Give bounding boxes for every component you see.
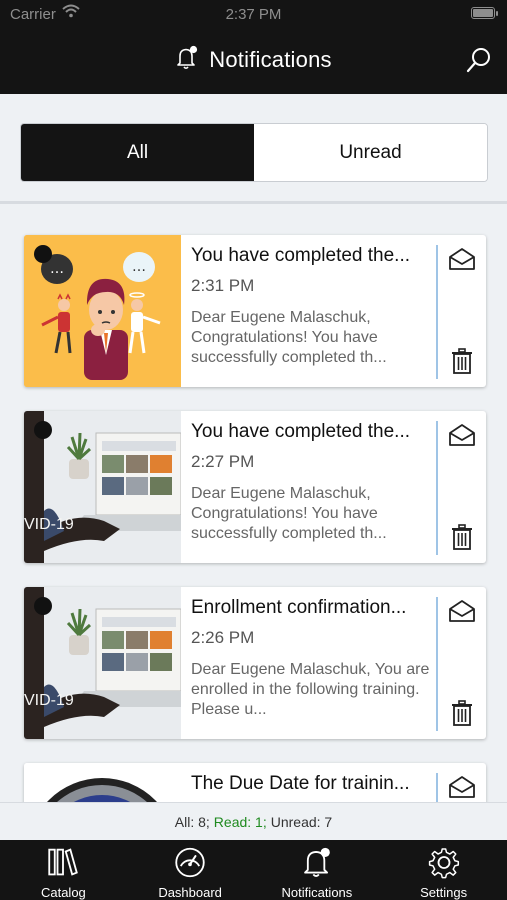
notification-body: Dear Eugene Malaschuk, Congratulations! … [191, 485, 387, 542]
app-header: Carrier 2:37 PM Notifications [0, 0, 507, 94]
notification-thumbnail: VID-19 [24, 411, 181, 563]
battery-icon [471, 7, 498, 19]
tab-notifications[interactable]: Notifications [254, 840, 381, 900]
delete-button[interactable] [451, 348, 473, 374]
notification-body: Dear Eugene Malaschuk, You are enrolled … [191, 661, 430, 718]
mark-read-button[interactable] [448, 775, 476, 799]
status-bar: Carrier 2:37 PM [0, 4, 507, 24]
notification-title: You have completed the... [191, 421, 411, 442]
divider [436, 773, 438, 802]
tab-label: Catalog [40, 885, 86, 900]
notification-time: 2:27 PM [191, 452, 255, 471]
notification-card[interactable]: … … You have completed the... 2:31 PM De… [24, 235, 486, 387]
tab-unread[interactable]: Unread [254, 124, 487, 181]
notification-card[interactable]: VID-19 You have completed the... 2:27 PM… [24, 411, 486, 563]
filter-segmented-control: All Unread [20, 123, 488, 182]
svg-text:…: … [132, 259, 146, 275]
header-title-group: Notifications [0, 44, 507, 76]
notification-title: The Due Date for trainin... [191, 773, 410, 794]
mark-read-button[interactable] [448, 599, 476, 623]
unread-dot [34, 421, 52, 439]
notification-content: The Due Date for trainin... [191, 773, 434, 795]
svg-text:…: … [50, 261, 64, 277]
bottom-tab-bar: Catalog Dashboard Notifications Settings [0, 840, 507, 900]
speedometer-icon [175, 847, 205, 878]
tab-label: Dashboard [158, 885, 222, 900]
search-icon [466, 48, 490, 73]
notification-card[interactable]: VID-19 Enrollment confirmation... 2:26 P… [24, 587, 486, 739]
thumbnail-caption: VID-19 [24, 692, 74, 709]
mark-read-button[interactable] [448, 247, 476, 271]
trash-icon [452, 524, 472, 550]
unread-dot [34, 597, 52, 615]
globe-photo [24, 763, 181, 802]
notification-list[interactable]: … … You have completed the... 2:31 PM De… [0, 207, 507, 802]
delete-button[interactable] [451, 700, 473, 726]
status-time: 2:37 PM [225, 6, 282, 23]
summary-all: All: 8; [174, 813, 210, 830]
divider [436, 597, 438, 731]
envelope-open-icon [449, 424, 475, 446]
trash-icon [452, 348, 472, 374]
tab-label: Settings [420, 885, 468, 900]
tab-catalog[interactable]: Catalog [0, 840, 127, 900]
gear-icon [428, 848, 459, 879]
tab-all[interactable]: All [21, 124, 254, 181]
divider [436, 421, 438, 555]
tab-label: Notifications [281, 885, 353, 900]
notification-thumbnail: … … [24, 235, 181, 387]
mark-read-button[interactable] [448, 423, 476, 447]
notification-thumbnail [24, 763, 181, 802]
summary-unread: Unread: 7 [270, 813, 333, 830]
notification-content: You have completed the... 2:31 PM Dear E… [191, 245, 434, 368]
filter-area: All Unread [0, 94, 507, 204]
notification-content: Enrollment confirmation... 2:26 PM Dear … [191, 597, 434, 720]
notification-time: 2:26 PM [191, 628, 255, 647]
notification-time: 2:31 PM [191, 276, 255, 295]
envelope-open-icon [449, 600, 475, 622]
notification-title: You have completed the... [191, 245, 411, 266]
thumbnail-caption: VID-19 [24, 516, 74, 533]
search-button[interactable] [465, 46, 493, 74]
delete-button[interactable] [451, 524, 473, 550]
bell-icon [304, 847, 330, 877]
books-icon [48, 848, 79, 876]
bell-icon [175, 45, 199, 76]
notification-content: You have completed the... 2:27 PM Dear E… [191, 421, 434, 544]
summary-read: Read: 1; [213, 813, 267, 830]
notification-thumbnail: VID-19 [24, 587, 181, 739]
tab-dashboard[interactable]: Dashboard [127, 840, 254, 900]
envelope-open-icon [449, 248, 475, 270]
page-title: Notifications [209, 47, 332, 72]
notification-title: Enrollment confirmation... [191, 597, 407, 618]
notification-card[interactable]: The Due Date for trainin... [24, 763, 486, 802]
divider [436, 245, 438, 379]
notification-body: Dear Eugene Malaschuk, Congratulations! … [191, 309, 387, 366]
envelope-open-icon [449, 776, 475, 798]
notification-summary: All: 8; Read: 1; Unread: 7 [0, 802, 507, 840]
trash-icon [452, 700, 472, 726]
tab-settings[interactable]: Settings [380, 840, 507, 900]
unread-dot [34, 245, 52, 263]
